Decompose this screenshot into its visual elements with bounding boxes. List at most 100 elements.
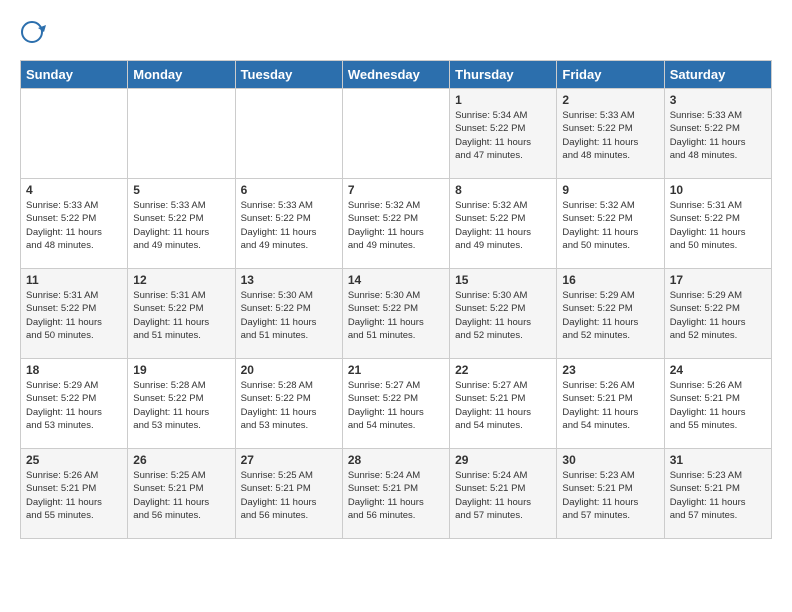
day-info: Sunrise: 5:29 AM Sunset: 5:22 PM Dayligh… [670,289,766,342]
day-number: 17 [670,273,766,287]
calendar-cell: 28Sunrise: 5:24 AM Sunset: 5:21 PM Dayli… [342,449,449,539]
day-number: 29 [455,453,551,467]
day-number: 30 [562,453,658,467]
day-info: Sunrise: 5:33 AM Sunset: 5:22 PM Dayligh… [241,199,337,252]
calendar-cell [21,89,128,179]
calendar-cell: 9 Sunrise: 5:32 AM Sunset: 5:22 PM Daylig… [557,179,664,269]
calendar-cell: 14 Sunrise: 5:30 AM Sunset: 5:22 PM Dayli… [342,269,449,359]
day-info: Sunrise: 5:27 AM Sunset: 5:22 PM Dayligh… [348,379,444,432]
day-number: 24 [670,363,766,377]
calendar-cell: 29 Sunrise: 5:24 AM Sunset: 5:21 PM Dayli… [450,449,557,539]
calendar-day-header: Thursday [450,61,557,89]
day-info: Sunrise: 5:29 AM Sunset: 5:22 PM Dayligh… [26,379,122,432]
calendar-cell: 23 Sunrise: 5:26 AM Sunset: 5:21 PM Dayli… [557,359,664,449]
calendar-day-header: Friday [557,61,664,89]
day-info: Sunrise: 5:28 AM Sunset: 5:22 PM Dayligh… [133,379,229,432]
day-number: 1 [455,93,551,107]
calendar-cell [342,89,449,179]
calendar-week-row: 4 Sunrise: 5:33 AM Sunset: 5:22 PM Daylig… [21,179,772,269]
day-info: Sunrise: 5:30 AM Sunset: 5:22 PM Dayligh… [348,289,444,342]
calendar-cell: 15 Sunrise: 5:30 AM Sunset: 5:22 PM Dayli… [450,269,557,359]
day-info: Sunrise: 5:25 AM Sunset: 5:21 PM Dayligh… [133,469,229,522]
day-info: Sunrise: 5:24 AM Sunset: 5:21 PM Dayligh… [348,469,444,522]
calendar-week-row: 11 Sunrise: 5:31 AM Sunset: 5:22 PM Dayli… [21,269,772,359]
day-number: 21 [348,363,444,377]
calendar-table: SundayMondayTuesdayWednesdayThursdayFrid… [20,60,772,539]
calendar-cell: 3Sunrise: 5:33 AM Sunset: 5:22 PM Daylig… [664,89,771,179]
calendar-week-row: 18Sunrise: 5:29 AM Sunset: 5:22 PM Dayli… [21,359,772,449]
day-info: Sunrise: 5:32 AM Sunset: 5:22 PM Dayligh… [348,199,444,252]
calendar-day-header: Tuesday [235,61,342,89]
day-number: 5 [133,183,229,197]
calendar-week-row: 25Sunrise: 5:26 AM Sunset: 5:21 PM Dayli… [21,449,772,539]
day-info: Sunrise: 5:26 AM Sunset: 5:21 PM Dayligh… [562,379,658,432]
day-info: Sunrise: 5:23 AM Sunset: 5:21 PM Dayligh… [670,469,766,522]
day-number: 8 [455,183,551,197]
calendar-week-row: 1 Sunrise: 5:34 AM Sunset: 5:22 PM Daylig… [21,89,772,179]
day-number: 26 [133,453,229,467]
day-info: Sunrise: 5:27 AM Sunset: 5:21 PM Dayligh… [455,379,551,432]
calendar-cell: 24 Sunrise: 5:26 AM Sunset: 5:21 PM Dayli… [664,359,771,449]
day-number: 9 [562,183,658,197]
day-number: 20 [241,363,337,377]
day-number: 7 [348,183,444,197]
calendar-cell: 11 Sunrise: 5:31 AM Sunset: 5:22 PM Dayli… [21,269,128,359]
calendar-cell: 25Sunrise: 5:26 AM Sunset: 5:21 PM Dayli… [21,449,128,539]
day-number: 27 [241,453,337,467]
logo-icon [20,20,50,50]
day-number: 16 [562,273,658,287]
calendar-header-row: SundayMondayTuesdayWednesdayThursdayFrid… [21,61,772,89]
calendar-cell: 18Sunrise: 5:29 AM Sunset: 5:22 PM Dayli… [21,359,128,449]
calendar-cell: 12 Sunrise: 5:31 AM Sunset: 5:22 PM Dayli… [128,269,235,359]
calendar-cell: 22 Sunrise: 5:27 AM Sunset: 5:21 PM Dayli… [450,359,557,449]
calendar-cell: 27 Sunrise: 5:25 AM Sunset: 5:21 PM Dayli… [235,449,342,539]
day-number: 22 [455,363,551,377]
day-info: Sunrise: 5:30 AM Sunset: 5:22 PM Dayligh… [241,289,337,342]
day-number: 19 [133,363,229,377]
day-number: 23 [562,363,658,377]
calendar-day-header: Wednesday [342,61,449,89]
calendar-cell: 30Sunrise: 5:23 AM Sunset: 5:21 PM Dayli… [557,449,664,539]
day-info: Sunrise: 5:32 AM Sunset: 5:22 PM Dayligh… [562,199,658,252]
day-info: Sunrise: 5:31 AM Sunset: 5:22 PM Dayligh… [26,289,122,342]
calendar-cell: 7 Sunrise: 5:32 AM Sunset: 5:22 PM Daylig… [342,179,449,269]
day-info: Sunrise: 5:25 AM Sunset: 5:21 PM Dayligh… [241,469,337,522]
day-info: Sunrise: 5:33 AM Sunset: 5:22 PM Dayligh… [670,109,766,162]
day-number: 14 [348,273,444,287]
calendar-cell: 6 Sunrise: 5:33 AM Sunset: 5:22 PM Daylig… [235,179,342,269]
day-info: Sunrise: 5:34 AM Sunset: 5:22 PM Dayligh… [455,109,551,162]
calendar-cell: 1 Sunrise: 5:34 AM Sunset: 5:22 PM Daylig… [450,89,557,179]
calendar-cell: 16 Sunrise: 5:29 AM Sunset: 5:22 PM Dayli… [557,269,664,359]
day-info: Sunrise: 5:30 AM Sunset: 5:22 PM Dayligh… [455,289,551,342]
calendar-cell [235,89,342,179]
day-info: Sunrise: 5:32 AM Sunset: 5:22 PM Dayligh… [455,199,551,252]
day-info: Sunrise: 5:33 AM Sunset: 5:22 PM Dayligh… [133,199,229,252]
day-number: 11 [26,273,122,287]
day-info: Sunrise: 5:29 AM Sunset: 5:22 PM Dayligh… [562,289,658,342]
calendar-cell: 13Sunrise: 5:30 AM Sunset: 5:22 PM Dayli… [235,269,342,359]
day-number: 2 [562,93,658,107]
calendar-cell: 4 Sunrise: 5:33 AM Sunset: 5:22 PM Daylig… [21,179,128,269]
day-number: 12 [133,273,229,287]
page-header [20,20,772,50]
calendar-cell [128,89,235,179]
calendar-cell: 26 Sunrise: 5:25 AM Sunset: 5:21 PM Dayli… [128,449,235,539]
logo [20,20,54,50]
day-number: 10 [670,183,766,197]
day-number: 25 [26,453,122,467]
day-info: Sunrise: 5:26 AM Sunset: 5:21 PM Dayligh… [670,379,766,432]
day-info: Sunrise: 5:31 AM Sunset: 5:22 PM Dayligh… [133,289,229,342]
calendar-day-header: Monday [128,61,235,89]
day-info: Sunrise: 5:24 AM Sunset: 5:21 PM Dayligh… [455,469,551,522]
calendar-cell: 21 Sunrise: 5:27 AM Sunset: 5:22 PM Dayli… [342,359,449,449]
day-number: 4 [26,183,122,197]
day-info: Sunrise: 5:33 AM Sunset: 5:22 PM Dayligh… [26,199,122,252]
calendar-cell: 17 Sunrise: 5:29 AM Sunset: 5:22 PM Dayli… [664,269,771,359]
day-number: 6 [241,183,337,197]
calendar-day-header: Saturday [664,61,771,89]
day-info: Sunrise: 5:28 AM Sunset: 5:22 PM Dayligh… [241,379,337,432]
day-number: 15 [455,273,551,287]
calendar-day-header: Sunday [21,61,128,89]
calendar-cell: 19 Sunrise: 5:28 AM Sunset: 5:22 PM Dayli… [128,359,235,449]
day-info: Sunrise: 5:31 AM Sunset: 5:22 PM Dayligh… [670,199,766,252]
